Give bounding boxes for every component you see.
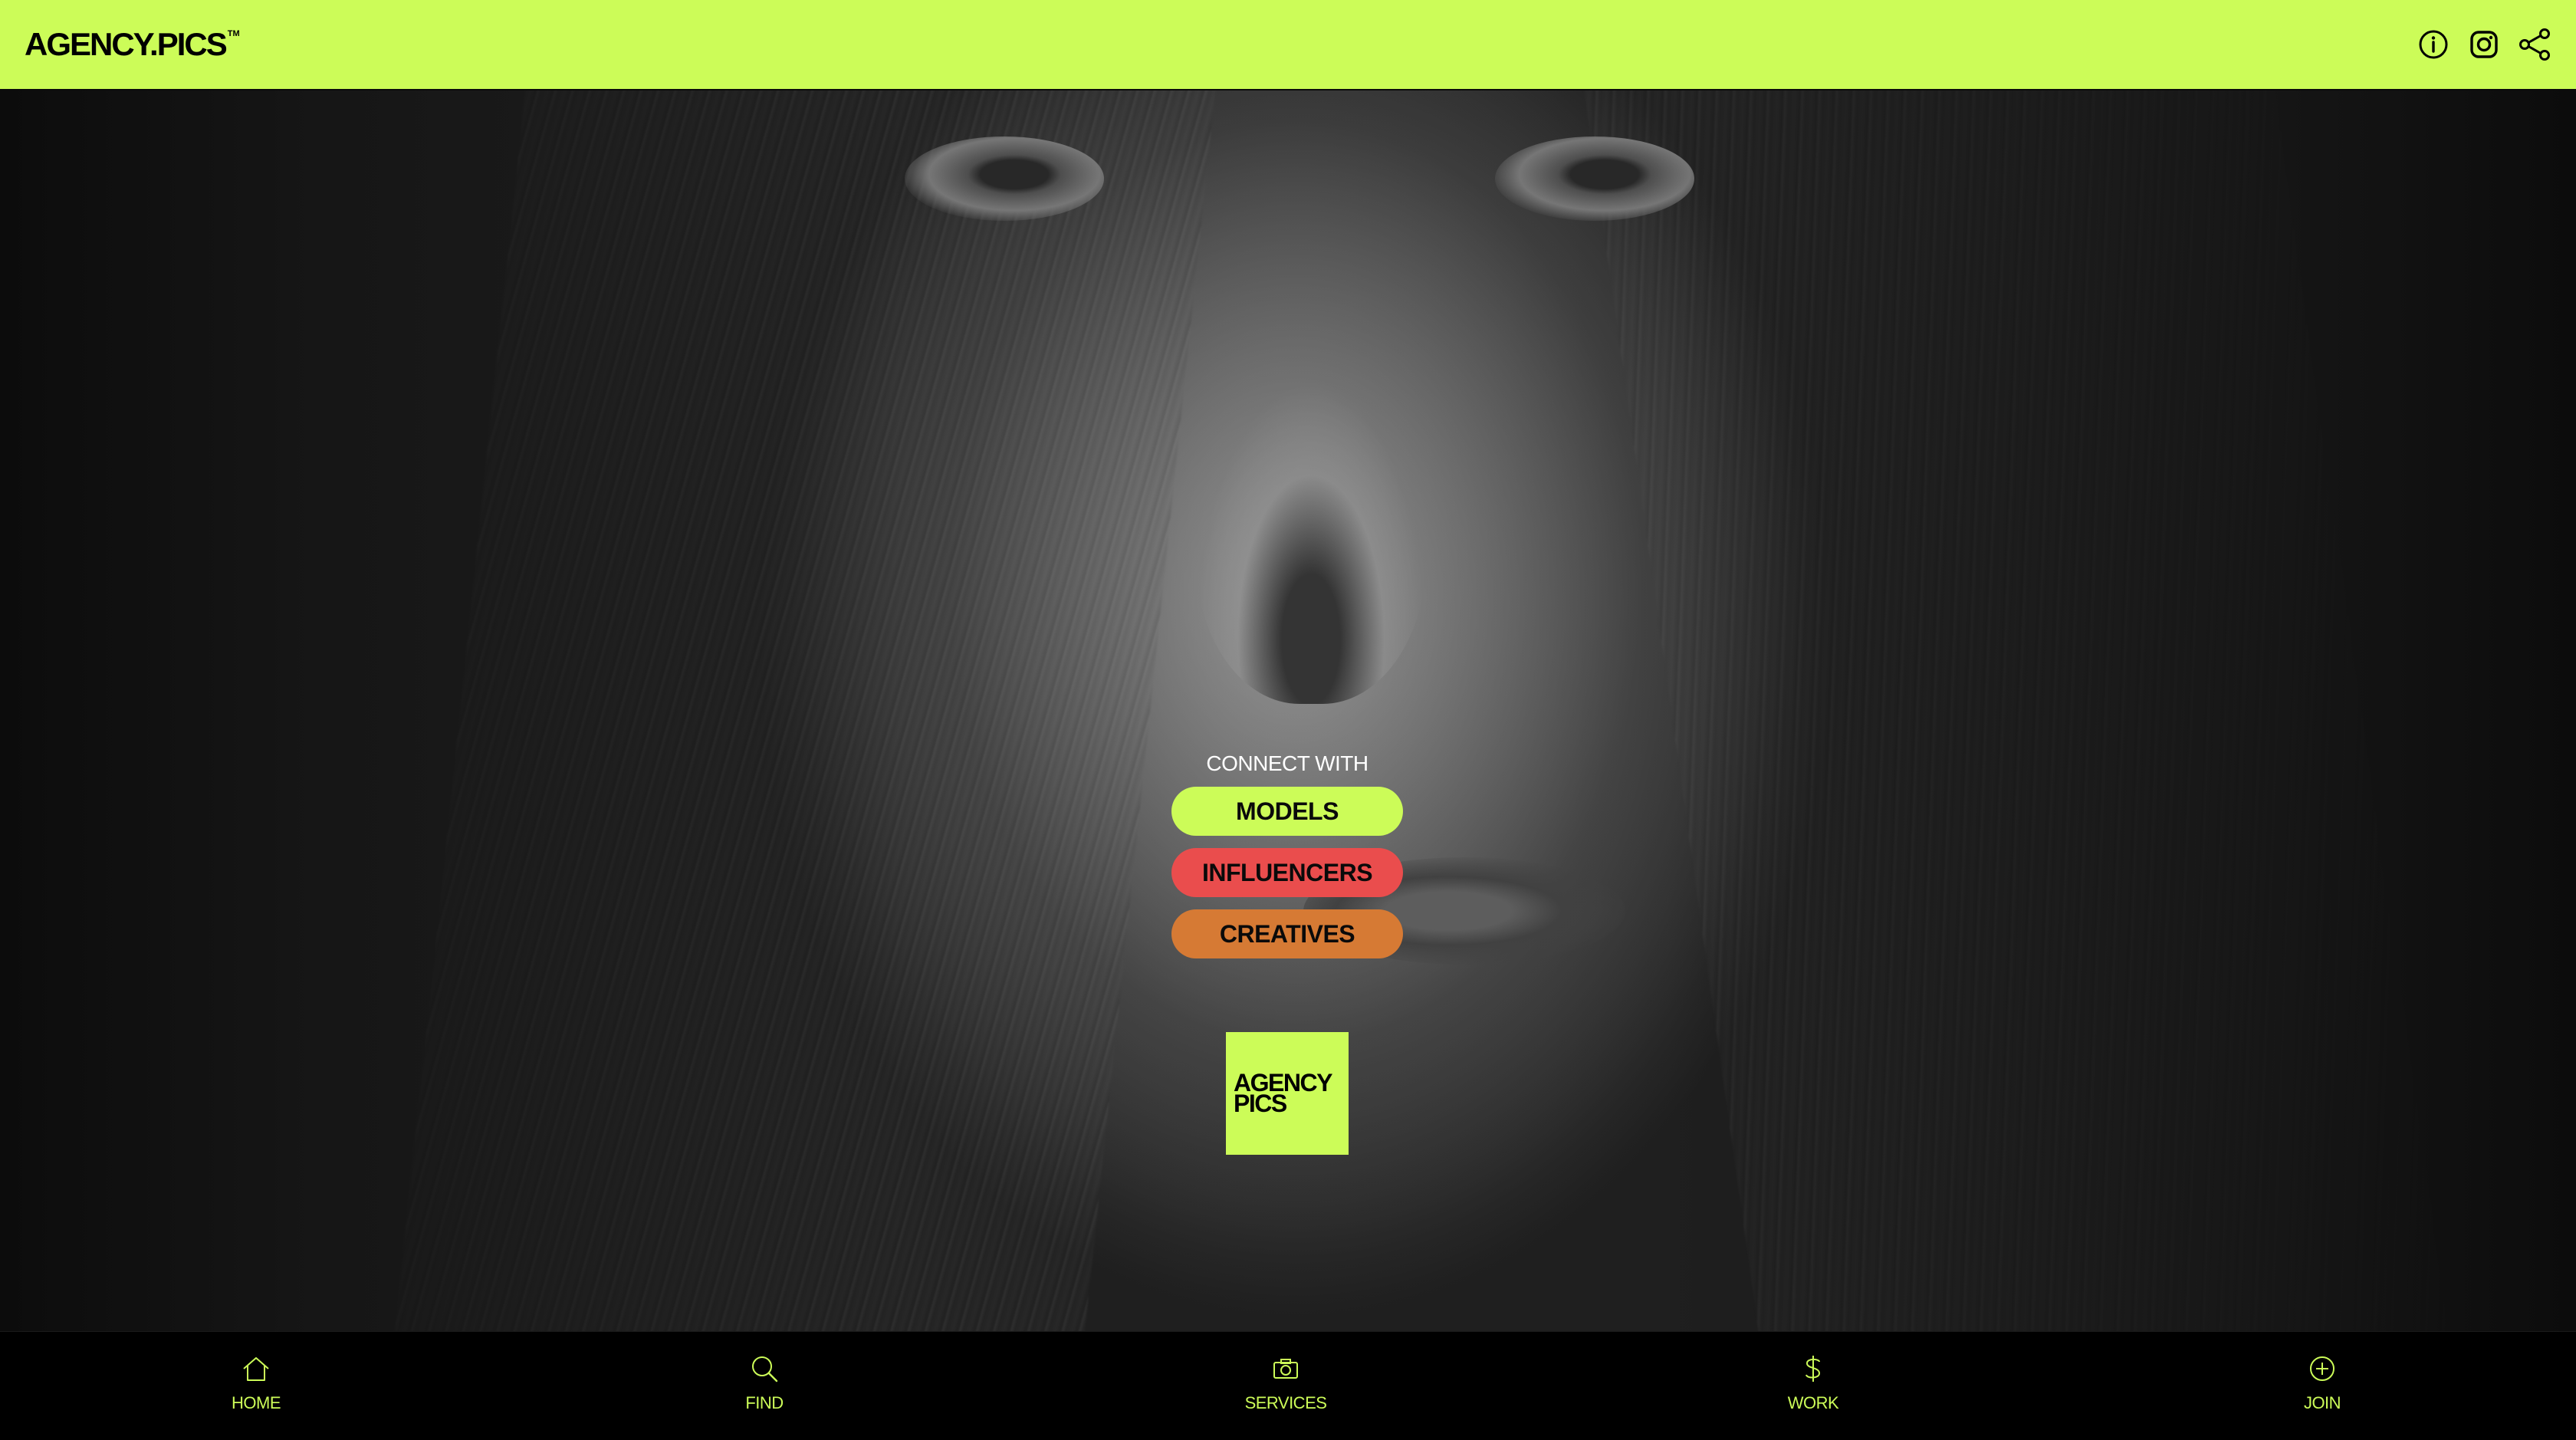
nav-home-label: HOME bbox=[232, 1393, 281, 1412]
models-button[interactable]: MODELS bbox=[1171, 787, 1403, 836]
app-frame: AGENCY.PICS TM CONNECT WITH MODELS INFLU… bbox=[0, 0, 2576, 1440]
nav-work-label: WORK bbox=[1787, 1393, 1839, 1412]
badge-line-2: PICS bbox=[1234, 1090, 1287, 1117]
logo-trademark: TM bbox=[227, 29, 240, 38]
nav-services[interactable]: SERVICES bbox=[1209, 1352, 1362, 1413]
plus-circle-icon bbox=[2310, 1356, 2334, 1381]
nav-find-label: FIND bbox=[745, 1393, 784, 1412]
site-logo[interactable]: AGENCY.PICS TM bbox=[25, 26, 240, 63]
bottom-nav: HOME FIND SERVICES WORK JOIN bbox=[0, 1331, 2576, 1440]
camera-icon bbox=[1273, 1359, 1298, 1379]
top-bar: AGENCY.PICS TM bbox=[0, 0, 2576, 90]
influencers-button[interactable]: INFLUENCERS bbox=[1171, 848, 1403, 897]
nav-home[interactable]: HOME bbox=[179, 1352, 333, 1413]
home-icon bbox=[243, 1357, 269, 1381]
agency-pics-badge[interactable]: AGENCY PICS bbox=[1226, 1032, 1349, 1155]
logo-text: AGENCY.PICS bbox=[25, 26, 228, 62]
dollar-icon bbox=[1806, 1356, 1821, 1382]
instagram-icon[interactable] bbox=[2466, 26, 2502, 63]
info-icon[interactable] bbox=[2415, 26, 2452, 63]
creatives-button[interactable]: CREATIVES bbox=[1171, 909, 1403, 958]
search-icon bbox=[752, 1356, 778, 1382]
share-icon[interactable] bbox=[2516, 26, 2553, 63]
top-icons bbox=[2415, 26, 2553, 63]
nav-join-label: JOIN bbox=[2303, 1393, 2341, 1412]
nav-work[interactable]: WORK bbox=[1737, 1352, 1890, 1413]
connect-with-panel: CONNECT WITH MODELS INFLUENCERS CREATIVE… bbox=[1171, 751, 1403, 971]
nav-services-label: SERVICES bbox=[1244, 1393, 1327, 1412]
connect-with-label: CONNECT WITH bbox=[1206, 751, 1368, 775]
nav-join[interactable]: JOIN bbox=[2246, 1352, 2399, 1413]
nav-find[interactable]: FIND bbox=[688, 1352, 841, 1413]
